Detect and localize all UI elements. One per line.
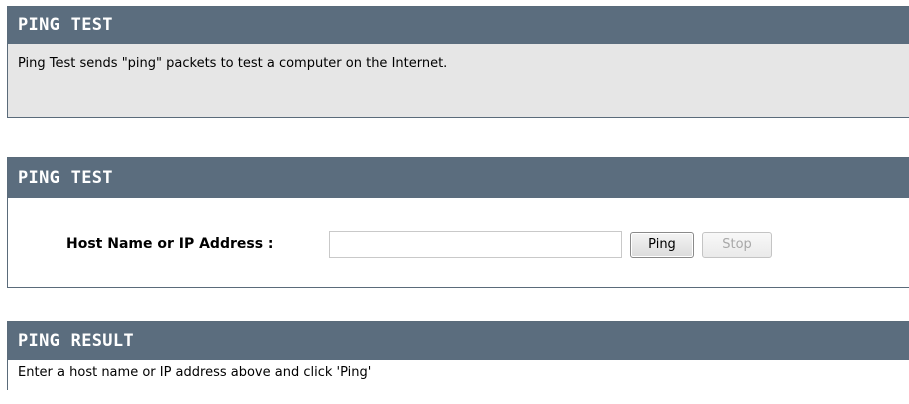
- ping-form-body: Host Name or IP Address : Ping Stop: [8, 198, 909, 287]
- ping-test-form-section: PING TEST Host Name or IP Address : Ping…: [7, 157, 909, 288]
- ping-button[interactable]: Ping: [630, 232, 694, 258]
- ping-test-description: Ping Test sends "ping" packets to test a…: [8, 44, 909, 117]
- ping-result-message: Enter a host name or IP address above an…: [8, 360, 909, 390]
- host-label: Host Name or IP Address :: [66, 236, 274, 252]
- host-input[interactable]: [329, 231, 622, 258]
- stop-button[interactable]: Stop: [702, 232, 772, 258]
- ping-result-section: PING RESULT Enter a host name or IP addr…: [7, 321, 909, 390]
- section-header-ping-test-info: PING TEST: [8, 7, 909, 44]
- section-header-ping-result: PING RESULT: [8, 322, 909, 360]
- section-header-ping-test: PING TEST: [8, 158, 909, 198]
- ping-test-info-section: PING TEST Ping Test sends "ping" packets…: [7, 6, 909, 118]
